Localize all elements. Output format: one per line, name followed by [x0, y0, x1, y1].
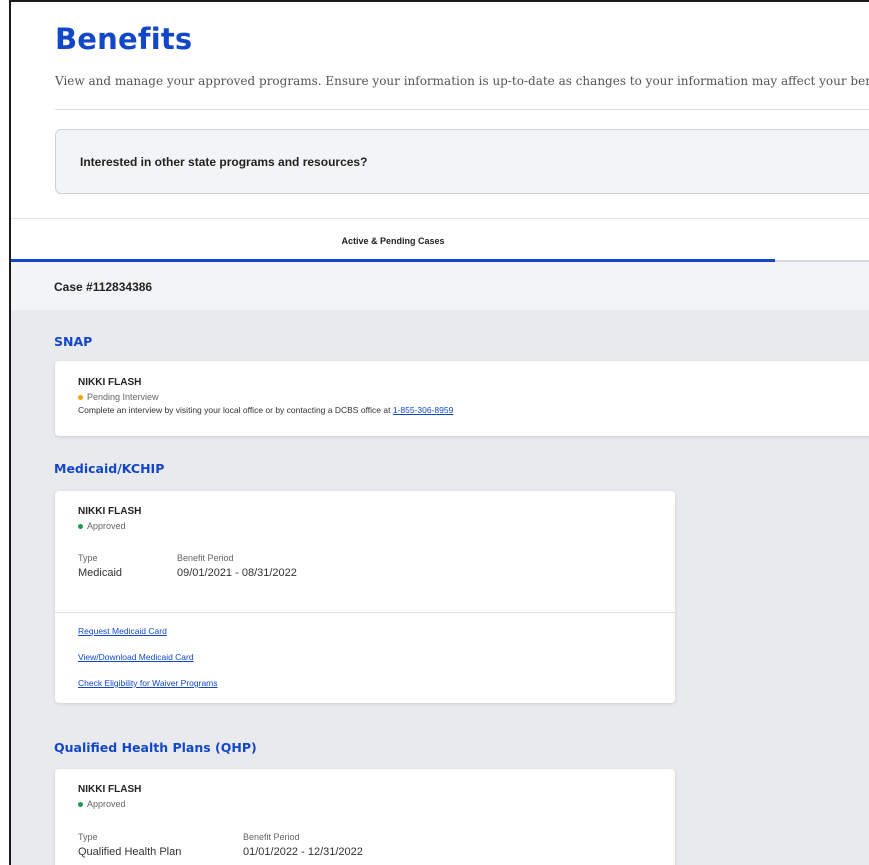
- snap-status: Pending Interview: [78, 392, 159, 402]
- page-title: Benefits: [55, 22, 193, 56]
- snap-message-text: Complete an interview by visiting your l…: [78, 405, 391, 415]
- qhp-period-value: 01/01/2022 - 12/31/2022: [243, 846, 363, 858]
- tab-label: Active & Pending Cases: [341, 236, 445, 246]
- other-programs-banner[interactable]: Interested in other state programs and r…: [55, 129, 869, 194]
- snap-card: NIKKI FLASH Pending Interview Complete a…: [55, 361, 869, 436]
- header-divider: [55, 109, 869, 110]
- case-tabs: Active & Pending Cases: [11, 218, 869, 262]
- case-header: Case #112834386: [11, 262, 869, 310]
- snap-section-title: SNAP: [54, 334, 93, 349]
- qhp-status: Approved: [78, 799, 126, 809]
- other-programs-text: Interested in other state programs and r…: [80, 155, 368, 169]
- medicaid-period-value: 09/01/2021 - 08/31/2022: [177, 567, 297, 579]
- medicaid-type-value: Medicaid: [78, 567, 123, 579]
- medicaid-member-name: NIKKI FLASH: [78, 506, 142, 517]
- request-medicaid-card-link[interactable]: Request Medicaid Card: [78, 626, 167, 636]
- benefits-page: Benefits View and manage your approved p…: [9, 0, 869, 865]
- tab-active-pending-cases[interactable]: Active & Pending Cases: [11, 219, 775, 263]
- qhp-type-label: Type: [78, 832, 98, 842]
- pending-status-dot-icon: [78, 394, 83, 400]
- waiver-eligibility-link[interactable]: Check Eligibility for Waiver Programs: [78, 678, 218, 688]
- case-number: Case #112834386: [54, 280, 153, 294]
- download-medicaid-card-link[interactable]: View/Download Medicaid Card: [78, 652, 194, 662]
- snap-interview-message: Complete an interview by visiting your l…: [78, 405, 453, 415]
- qhp-period-label: Benefit Period: [243, 832, 300, 842]
- approved-status-dot-icon: [78, 801, 83, 807]
- case-programs: SNAP NIKKI FLASH Pending Interview Compl…: [11, 310, 869, 865]
- dcbs-phone-link[interactable]: 1-855-306-8959: [393, 405, 454, 415]
- medicaid-section-title: Medicaid/KCHIP: [54, 461, 165, 476]
- medicaid-card: NIKKI FLASH Approved Type Medicaid Benef…: [55, 491, 675, 703]
- qhp-status-label: Approved: [87, 799, 126, 809]
- qhp-type-value: Qualified Health Plan: [78, 846, 182, 858]
- medicaid-status-label: Approved: [87, 521, 126, 531]
- approved-status-dot-icon: [78, 523, 83, 529]
- medicaid-card-divider: [55, 612, 675, 613]
- qhp-card: NIKKI FLASH Approved Type Qualified Heal…: [55, 769, 675, 865]
- qhp-member-name: NIKKI FLASH: [78, 784, 142, 795]
- medicaid-status: Approved: [78, 521, 126, 531]
- medicaid-type-label: Type: [78, 553, 98, 563]
- page-description: View and manage your approved programs. …: [55, 74, 869, 88]
- snap-status-label: Pending Interview: [87, 392, 159, 402]
- qhp-section-title: Qualified Health Plans (QHP): [54, 740, 257, 755]
- snap-member-name: NIKKI FLASH: [78, 377, 142, 388]
- medicaid-period-label: Benefit Period: [177, 553, 234, 563]
